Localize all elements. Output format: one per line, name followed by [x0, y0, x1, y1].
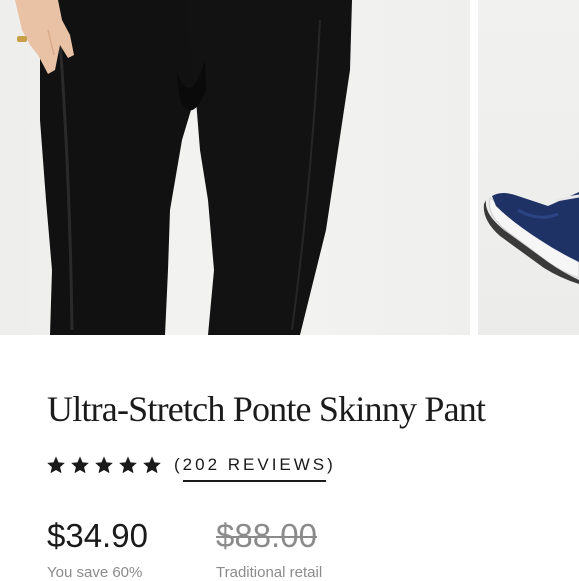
reviews-link-underline — [183, 480, 326, 482]
star-rating — [46, 455, 162, 475]
product-rating: (202 REVIEWS) — [46, 450, 336, 482]
reviews-count-label: (202 REVIEWS) — [174, 455, 336, 474]
star-icon — [119, 456, 137, 474]
reviews-link[interactable]: (202 REVIEWS) — [174, 455, 336, 482]
pants-photo — [15, 0, 352, 335]
star-icon — [71, 456, 89, 474]
star-icon — [143, 456, 161, 474]
product-title: Ultra-Stretch Ponte Skinny Pant — [47, 389, 486, 429]
retail-price-block: $88.00 Traditional retail — [216, 516, 322, 581]
sale-price-block: $34.90 You save 60% — [47, 516, 148, 581]
savings-note: You save 60% — [47, 564, 143, 581]
sale-price: $34.90 — [47, 517, 148, 554]
sneaker-photo — [483, 192, 579, 284]
retail-price: $88.00 — [216, 517, 317, 554]
product-image-carousel[interactable] — [0, 0, 579, 335]
product-image-next[interactable] — [478, 0, 579, 335]
retail-note: Traditional retail — [216, 564, 323, 581]
product-image-main[interactable] — [0, 0, 470, 335]
star-icon — [95, 456, 113, 474]
star-icon — [47, 456, 65, 474]
